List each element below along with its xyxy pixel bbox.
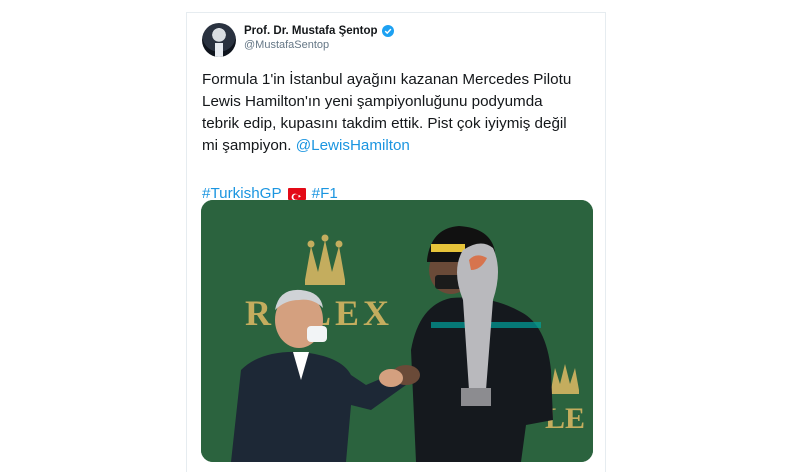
author-name[interactable]: Prof. Dr. Mustafa Şentop xyxy=(244,25,378,37)
verified-badge-icon xyxy=(381,25,394,37)
tweet-text-line: tebrik edip, kupasını takdim ettik. Pist… xyxy=(202,115,567,132)
turkey-flag-icon xyxy=(287,188,306,201)
author-handle[interactable]: @MustafaSentop xyxy=(244,39,394,51)
tweet-photo[interactable]: ROLEX LE xyxy=(201,200,593,462)
author-block: Prof. Dr. Mustafa Şentop @MustafaSentop xyxy=(244,25,394,51)
rolex-crown-icon xyxy=(305,234,345,285)
tweet-text-line-end: mi şampiyon. xyxy=(202,137,292,154)
tweet-text-line-last: mi şampiyon. @LewisHamilton xyxy=(202,135,602,157)
tweet-text: Formula 1'in İstanbul ayağını kazanan Me… xyxy=(202,69,602,157)
mention-link[interactable]: @LewisHamilton xyxy=(296,137,410,154)
podium-scene: ROLEX LE xyxy=(201,200,593,462)
tweet-text-line: Formula 1'in İstanbul ayağını kazanan Me… xyxy=(202,71,572,88)
checkmark-icon xyxy=(384,28,391,35)
tweet-card: Prof. Dr. Mustafa Şentop @MustafaSentop … xyxy=(186,12,606,472)
tweet-text-line: Lewis Hamilton'ın yeni şampiyonluğunu po… xyxy=(202,93,543,110)
author-name-row: Prof. Dr. Mustafa Şentop xyxy=(244,25,394,37)
avatar-shirt xyxy=(215,43,223,57)
author-avatar[interactable] xyxy=(202,23,236,57)
